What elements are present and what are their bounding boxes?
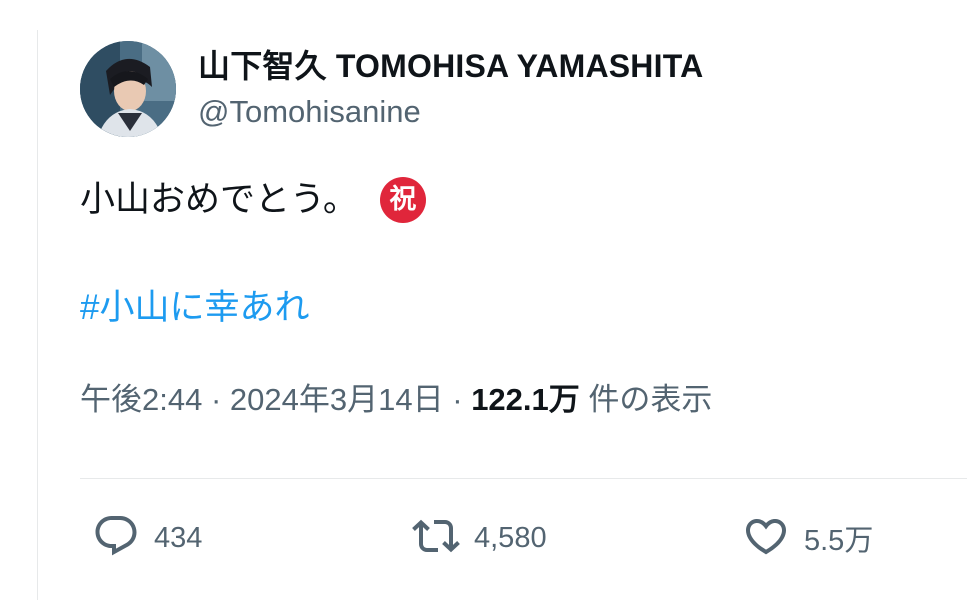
- like-count: 5.5万: [804, 525, 874, 557]
- author-names: 山下智久 TOMOHISA YAMASHITA @Tomohisanine: [198, 46, 703, 132]
- tweet-header: 山下智久 TOMOHISA YAMASHITA @Tomohisanine: [80, 40, 960, 138]
- actions-divider: [80, 478, 967, 479]
- tweet-page: 山下智久 TOMOHISA YAMASHITA @Tomohisanine 小山…: [0, 0, 967, 600]
- retweet-count: 4,580: [474, 521, 547, 554]
- tweet-actions: 434 4,580 5.5万: [92, 510, 952, 566]
- tweet-text-content: 小山おめでとう。: [80, 180, 358, 219]
- reply-icon: [92, 512, 140, 565]
- retweet-icon: [412, 512, 460, 565]
- reply-count: 434: [154, 521, 203, 554]
- hashtag-link[interactable]: #小山に幸あれ: [80, 284, 309, 332]
- meta-separator-2: ·: [452, 382, 463, 417]
- tweet-date[interactable]: 2024年3月14日: [230, 382, 444, 417]
- like-button[interactable]: 5.5万: [742, 510, 873, 566]
- avatar-image: [80, 41, 176, 137]
- tweet-text: 小山おめでとう。 祝: [80, 176, 960, 224]
- meta-separator: ·: [210, 382, 222, 417]
- celebration-emoji-icon: 祝: [379, 177, 426, 223]
- timeline-border: [37, 30, 38, 600]
- views-count[interactable]: 122.1万: [471, 382, 580, 417]
- user-handle[interactable]: @Tomohisanine: [198, 92, 703, 132]
- tweet-meta: 午後2:44 · 2024年3月14日 · 122.1万 件の表示: [80, 380, 960, 420]
- avatar[interactable]: [80, 41, 176, 137]
- reply-button[interactable]: 434: [92, 510, 202, 566]
- tweet-time[interactable]: 午後2:44: [80, 382, 202, 417]
- heart-icon: [742, 512, 790, 565]
- views-label[interactable]: 件の表示: [588, 382, 712, 417]
- display-name[interactable]: 山下智久 TOMOHISA YAMASHITA: [198, 46, 703, 86]
- tweet: 山下智久 TOMOHISA YAMASHITA @Tomohisanine 小山…: [80, 40, 960, 420]
- retweet-button[interactable]: 4,580: [412, 510, 547, 566]
